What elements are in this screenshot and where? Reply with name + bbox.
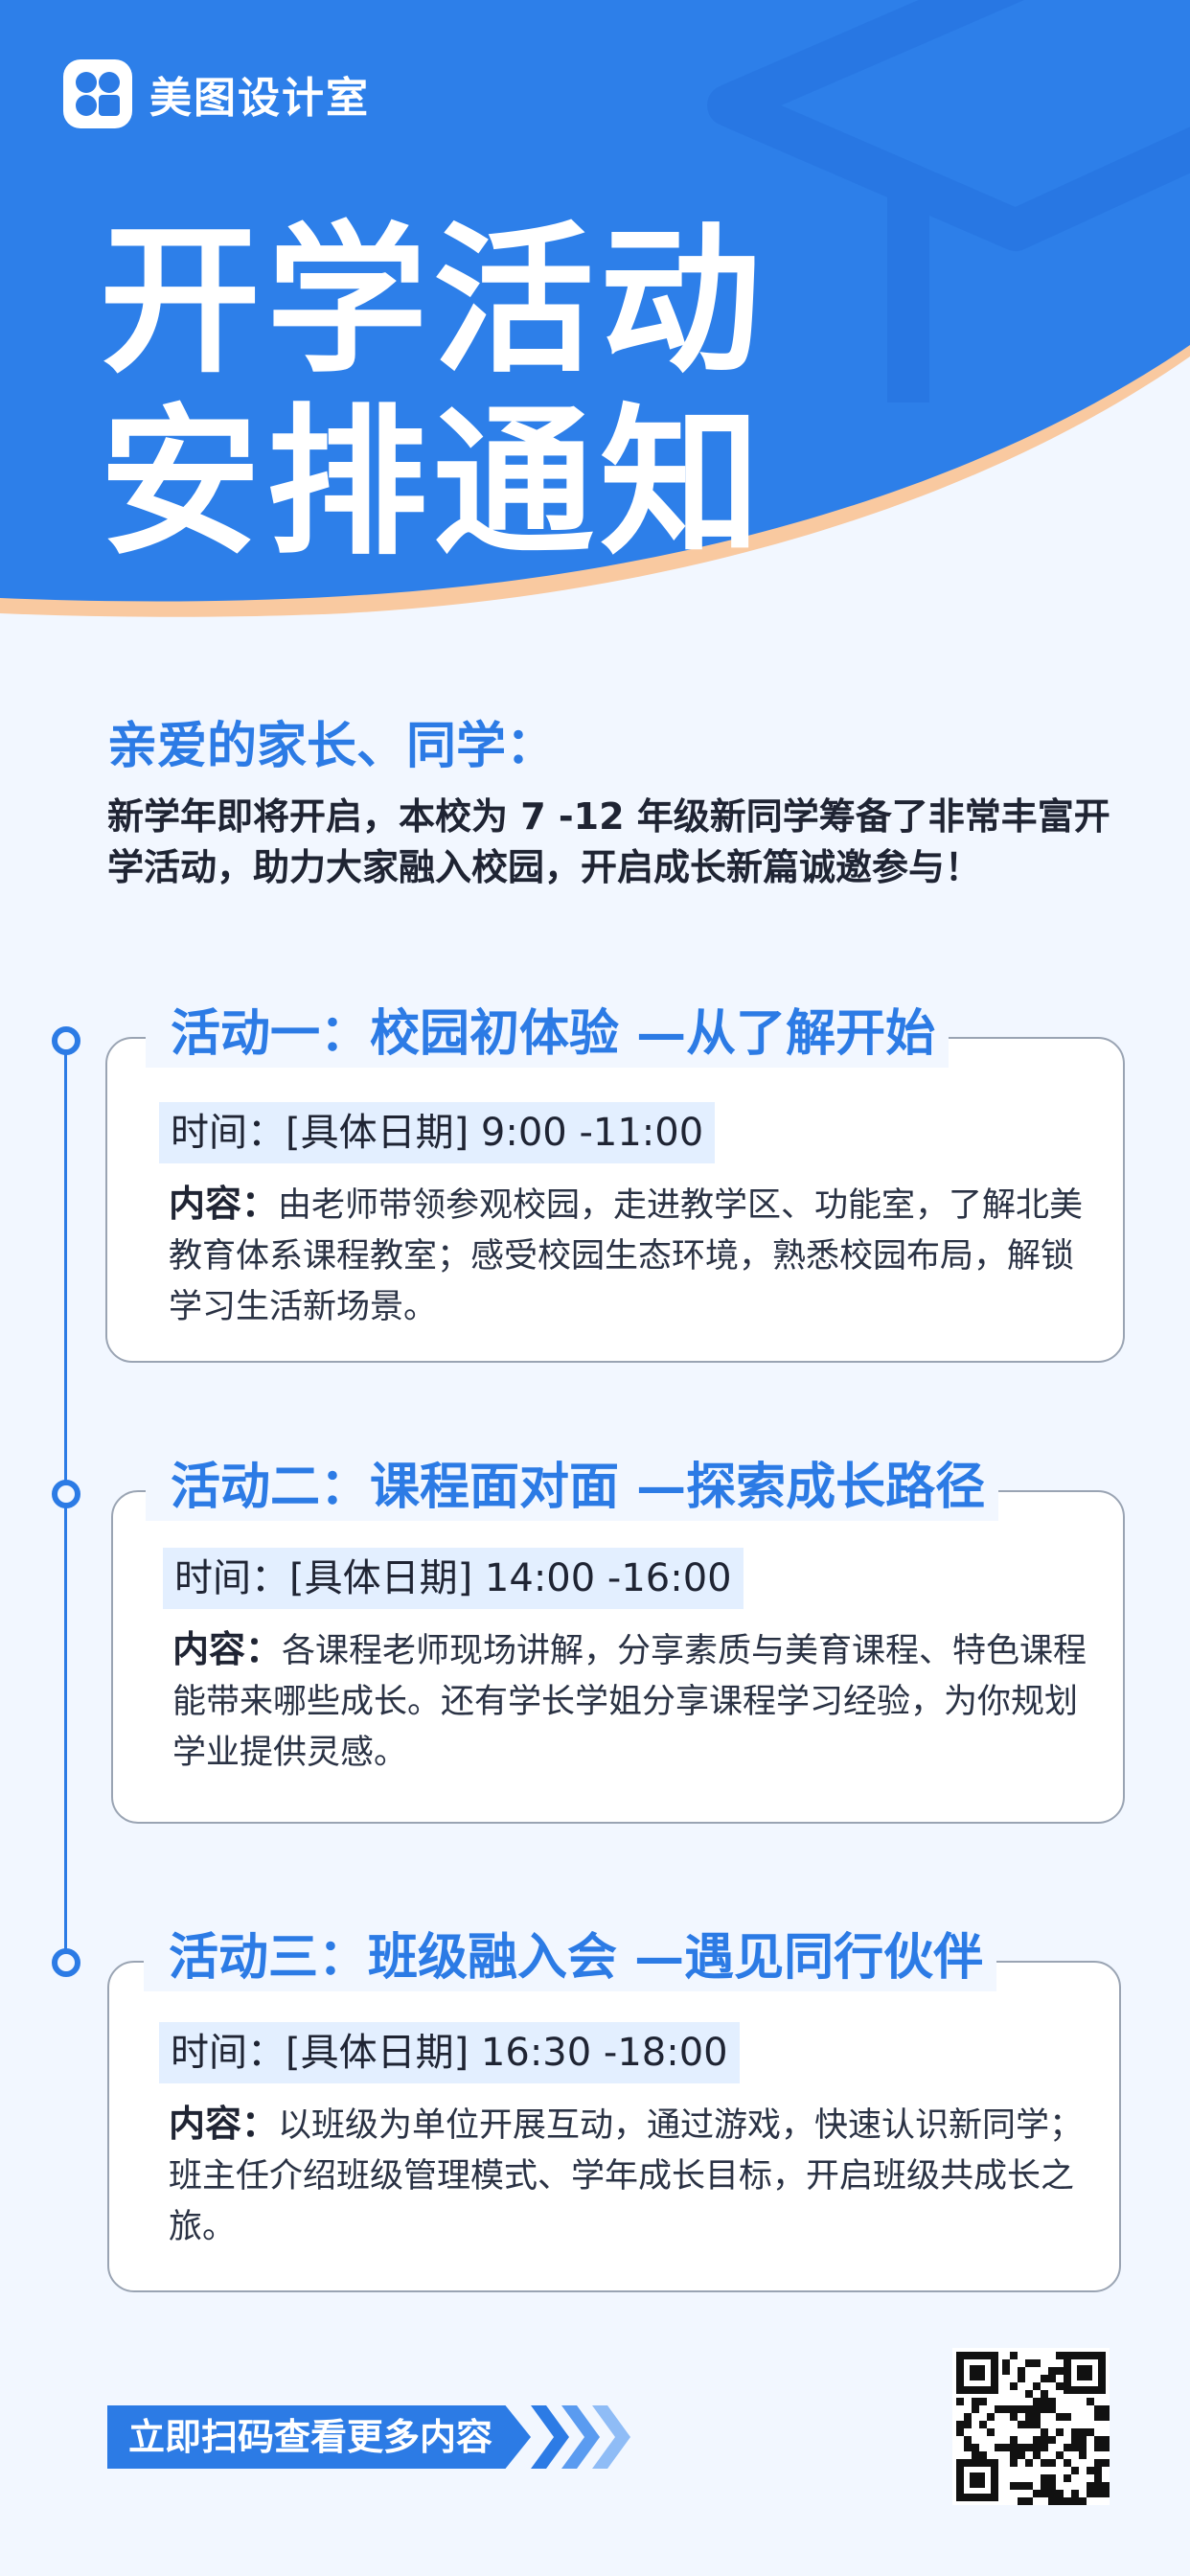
content-label: 内容：	[169, 1183, 279, 1225]
brand: 美图设计室	[63, 59, 370, 128]
header-banner: 美图设计室 开学活动 安排通知	[0, 0, 1190, 652]
qr-code-icon[interactable]	[952, 2348, 1110, 2505]
content-text: 由老师带领参观校园，走进教学区、功能室，了解北美教育体系课程教室；感受校园生态环…	[169, 1186, 1084, 1326]
timeline-dot-2	[52, 1480, 80, 1508]
timeline-dot-1	[52, 1026, 80, 1055]
content-label: 内容：	[169, 2103, 279, 2145]
activity-card-3: 活动三：班级融入会 —遇见同行伙伴 时间：[具体日期] 16:30 -18:00…	[107, 1924, 1121, 2292]
scan-cta-button[interactable]: 立即扫码查看更多内容	[107, 2405, 631, 2469]
activity-card-2: 活动二：课程面对面 —探索成长路径 时间：[具体日期] 14:00 -16:00…	[111, 1454, 1125, 1824]
activity-time: 时间：[具体日期] 14:00 -16:00	[163, 1548, 744, 1609]
activity-title: 活动二：课程面对面 —探索成长路径	[146, 1454, 999, 1521]
timeline-dot-3	[52, 1948, 80, 1977]
greeting: 亲爱的家长、同学：	[107, 717, 557, 775]
content-text: 各课程老师现场讲解，分享素质与美育课程、特色课程能带来哪些成长。还有学长学姐分享…	[172, 1632, 1087, 1772]
title-line-2: 安排通知	[100, 387, 767, 577]
activity-content: 内容：以班级为单位开展互动，通过游戏，快速认识新同学；班主任介绍班级管理模式、学…	[169, 2099, 1088, 2253]
intro-text: 新学年即将开启，本校为 7 -12 年级新同学筹备了非常丰富开学活动，助力大家融…	[107, 795, 1110, 888]
activity-content: 内容：各课程老师现场讲解，分享素质与美育课程、特色课程能带来哪些成长。还有学长学…	[172, 1624, 1092, 1779]
brand-name: 美图设计室	[149, 74, 370, 123]
activity-title: 活动一：校园初体验 —从了解开始	[146, 1000, 950, 1068]
activity-content: 内容：由老师带领参观校园，走进教学区、功能室，了解北美教育体系课程教室；感受校园…	[169, 1179, 1088, 1333]
grid-logo-icon	[63, 59, 132, 128]
content-label: 内容：	[172, 1628, 283, 1670]
chevron-right-icon	[531, 2405, 631, 2469]
cta-label: 立即扫码查看更多内容	[107, 2405, 532, 2469]
activity-card-1: 活动一：校园初体验 —从了解开始 时间：[具体日期] 9:00 -11:00 内…	[105, 1000, 1125, 1363]
activity-time: 时间：[具体日期] 16:30 -18:00	[159, 2022, 740, 2083]
activity-title: 活动三：班级融入会 —遇见同行伙伴	[144, 1924, 997, 1991]
activity-time: 时间：[具体日期] 9:00 -11:00	[159, 1102, 716, 1163]
title-line-1: 开学活动	[100, 205, 767, 395]
content-text: 以班级为单位开展互动，通过游戏，快速认识新同学；班主任介绍班级管理模式、学年成长…	[169, 2106, 1084, 2246]
page-title: 开学活动 安排通知	[100, 209, 767, 573]
